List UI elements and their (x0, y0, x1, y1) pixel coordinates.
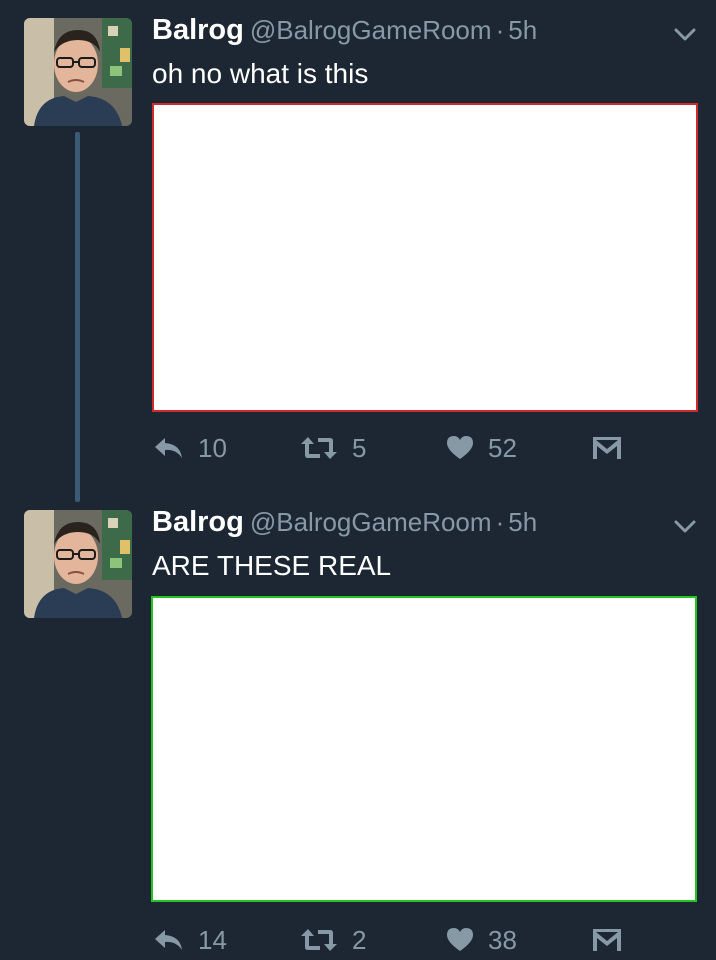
tweet-header: Balrog @BalrogGameRoom · 5h (152, 12, 537, 48)
user-handle[interactable]: @BalrogGameRoom (250, 507, 492, 537)
chevron-down-icon[interactable] (672, 24, 698, 44)
retweet-button[interactable]: 5 (300, 428, 366, 468)
user-handle[interactable]: @BalrogGameRoom (250, 15, 492, 45)
retweet-icon (300, 927, 338, 953)
separator: · (495, 507, 505, 537)
reply-button[interactable]: 10 (152, 428, 227, 468)
envelope-icon (592, 435, 622, 461)
heart-icon (446, 927, 474, 953)
reply-icon (152, 435, 184, 461)
timestamp[interactable]: 5h (508, 15, 537, 45)
tweet[interactable]: Balrog @BalrogGameRoom · 5h oh no what is t… (0, 0, 716, 502)
tweet-text: ARE THESE REAL (152, 550, 392, 581)
display-name[interactable]: Balrog (152, 506, 244, 538)
reply-button[interactable]: 14 (152, 920, 227, 960)
timestamp[interactable]: 5h (508, 507, 537, 537)
tweet-media[interactable] (152, 103, 698, 412)
chevron-down-icon[interactable] (672, 516, 698, 536)
heart-icon (446, 435, 474, 461)
avatar[interactable] (24, 18, 132, 126)
separator: · (495, 15, 505, 45)
tweet[interactable]: Balrog @BalrogGameRoom · 5h ARE THESE REAL … (0, 492, 716, 960)
like-button[interactable]: 38 (446, 920, 517, 960)
tweet-text: oh no what is this (152, 58, 369, 89)
reply-count: 14 (198, 924, 227, 955)
reply-icon (152, 927, 184, 953)
like-button[interactable]: 52 (446, 428, 517, 468)
like-count: 38 (488, 924, 517, 955)
direct-message-button[interactable] (592, 920, 622, 960)
avatar[interactable] (24, 510, 132, 618)
tweet-media[interactable] (151, 596, 697, 902)
direct-message-button[interactable] (592, 428, 622, 468)
retweet-count: 5 (352, 432, 367, 463)
retweet-icon (300, 435, 338, 461)
like-count: 52 (488, 432, 517, 463)
reply-count: 10 (198, 432, 227, 463)
tweet-header: Balrog @BalrogGameRoom · 5h (152, 504, 537, 540)
envelope-icon (592, 927, 622, 953)
display-name[interactable]: Balrog (152, 14, 244, 46)
retweet-count: 2 (352, 924, 367, 955)
retweet-button[interactable]: 2 (300, 920, 366, 960)
thread-line (75, 132, 80, 502)
